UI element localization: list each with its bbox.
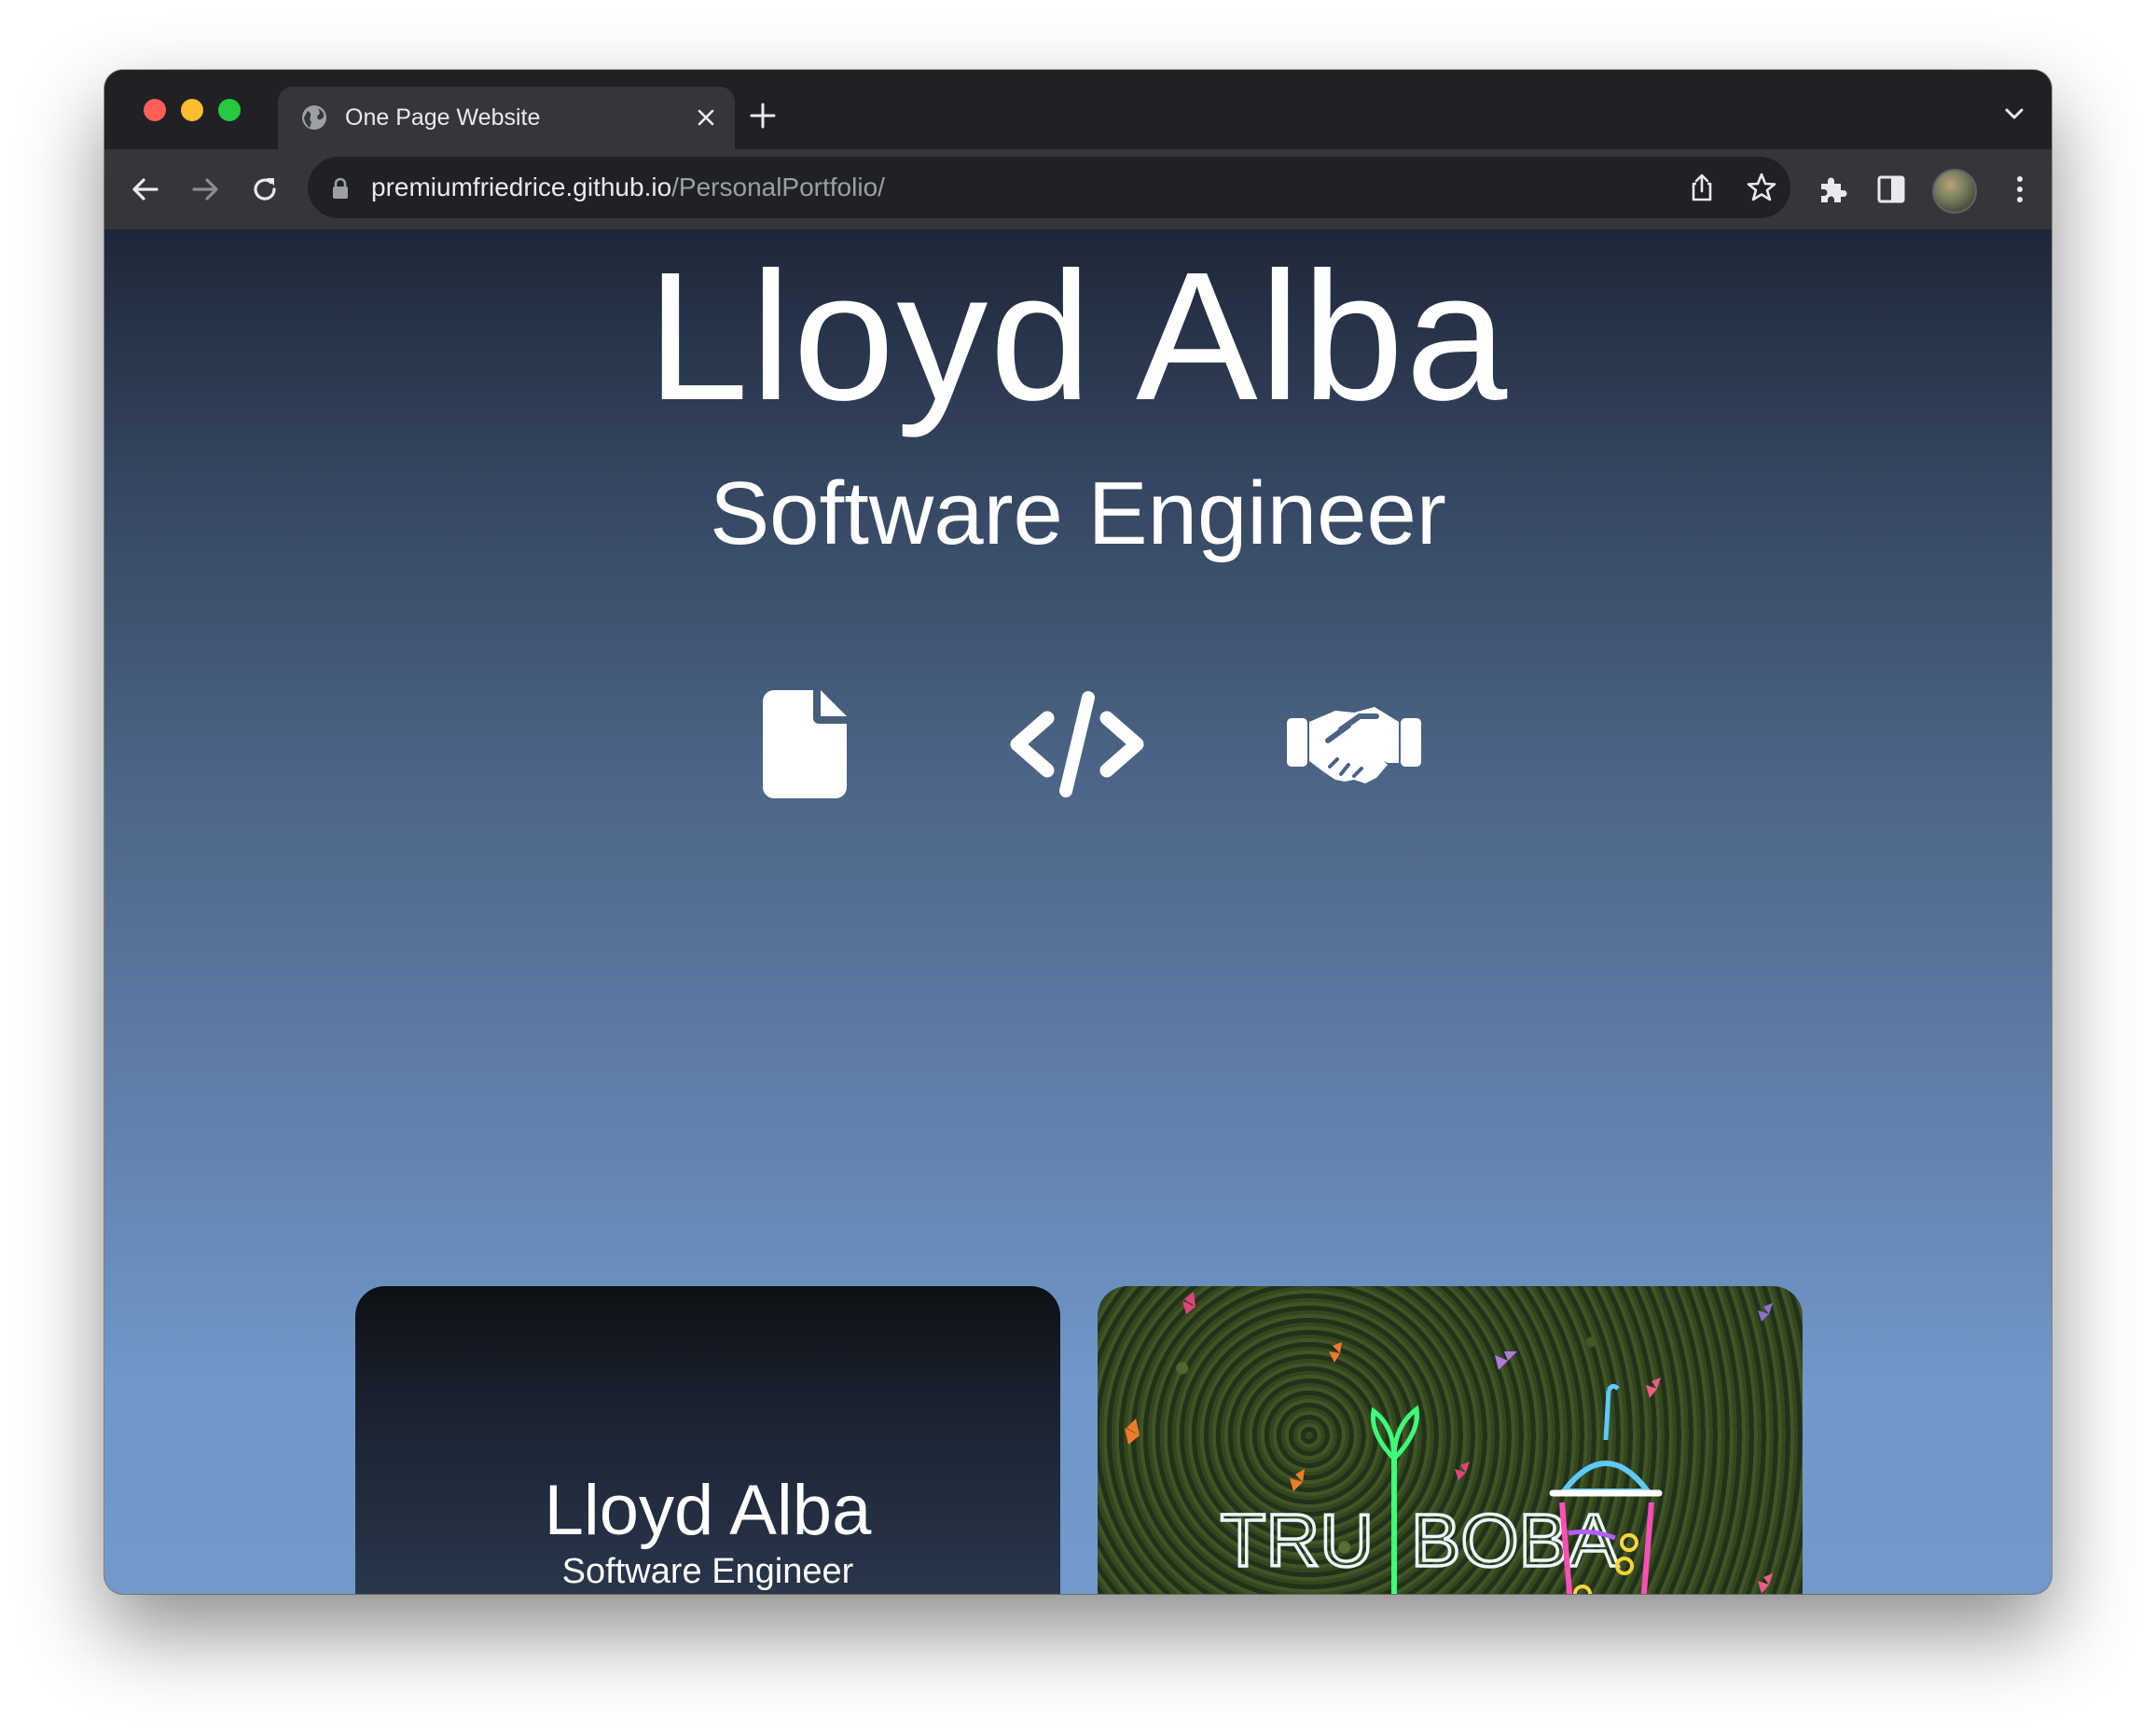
hero-name: Lloyd Alba [646,234,1510,438]
browser-window: One Page Website premiumfriedrice.github… [104,70,2052,1594]
hero-role: Software Engineer [710,464,1446,563]
tab-title: One Page Website [345,104,541,131]
code-icon[interactable] [1010,690,1144,798]
resume-file-icon[interactable] [763,690,847,798]
tab-strip: One Page Website [104,70,2052,149]
project-card-tru-boba[interactable]: TRU BOBA CAFE [1098,1286,1803,1594]
bookmark-star-icon[interactable] [1746,172,1777,203]
new-tab-button[interactable] [748,101,778,131]
card-name: Lloyd Alba [544,1471,872,1550]
side-panel-icon[interactable] [1874,173,1908,206]
more-menu-icon[interactable] [2003,173,2037,206]
share-icon[interactable] [1686,172,1718,203]
address-bar[interactable]: premiumfriedrice.github.io/PersonalPortf… [308,157,1790,218]
page-viewport: Lloyd Alba Software Engineer Lloyd Alba … [104,229,2052,1594]
lock-icon[interactable] [332,177,349,200]
extensions-puzzle-icon[interactable] [1816,173,1849,206]
tru-boba-neon-sign: TRU BOBA CAFE [1125,1292,1773,1594]
zoom-window-button[interactable] [218,99,241,121]
reload-icon[interactable] [248,173,282,206]
minimize-window-button[interactable] [181,99,203,121]
handshake-icon[interactable] [1287,701,1421,785]
sign-text-tru: TRU [1221,1499,1374,1582]
card-role: Software Engineer [561,1552,854,1591]
tab-one-page-website[interactable]: One Page Website [278,87,735,149]
profile-avatar[interactable] [1932,169,1977,214]
forward-arrow-icon[interactable] [188,173,222,206]
intro-card[interactable]: Lloyd Alba Software Engineer [355,1286,1060,1594]
close-tab-icon[interactable] [694,105,718,130]
back-arrow-icon[interactable] [129,173,162,206]
url-text[interactable]: premiumfriedrice.github.io/PersonalPortf… [371,173,885,202]
url-path: /PersonalPortfolio/ [671,173,885,201]
tab-search-chevron-icon[interactable] [2003,105,2025,122]
sign-text-boba: BOBA [1411,1499,1619,1582]
url-host: premiumfriedrice.github.io [371,173,672,201]
globe-icon [302,105,326,130]
close-window-button[interactable] [144,99,166,121]
browser-toolbar: premiumfriedrice.github.io/PersonalPortf… [104,149,2052,229]
